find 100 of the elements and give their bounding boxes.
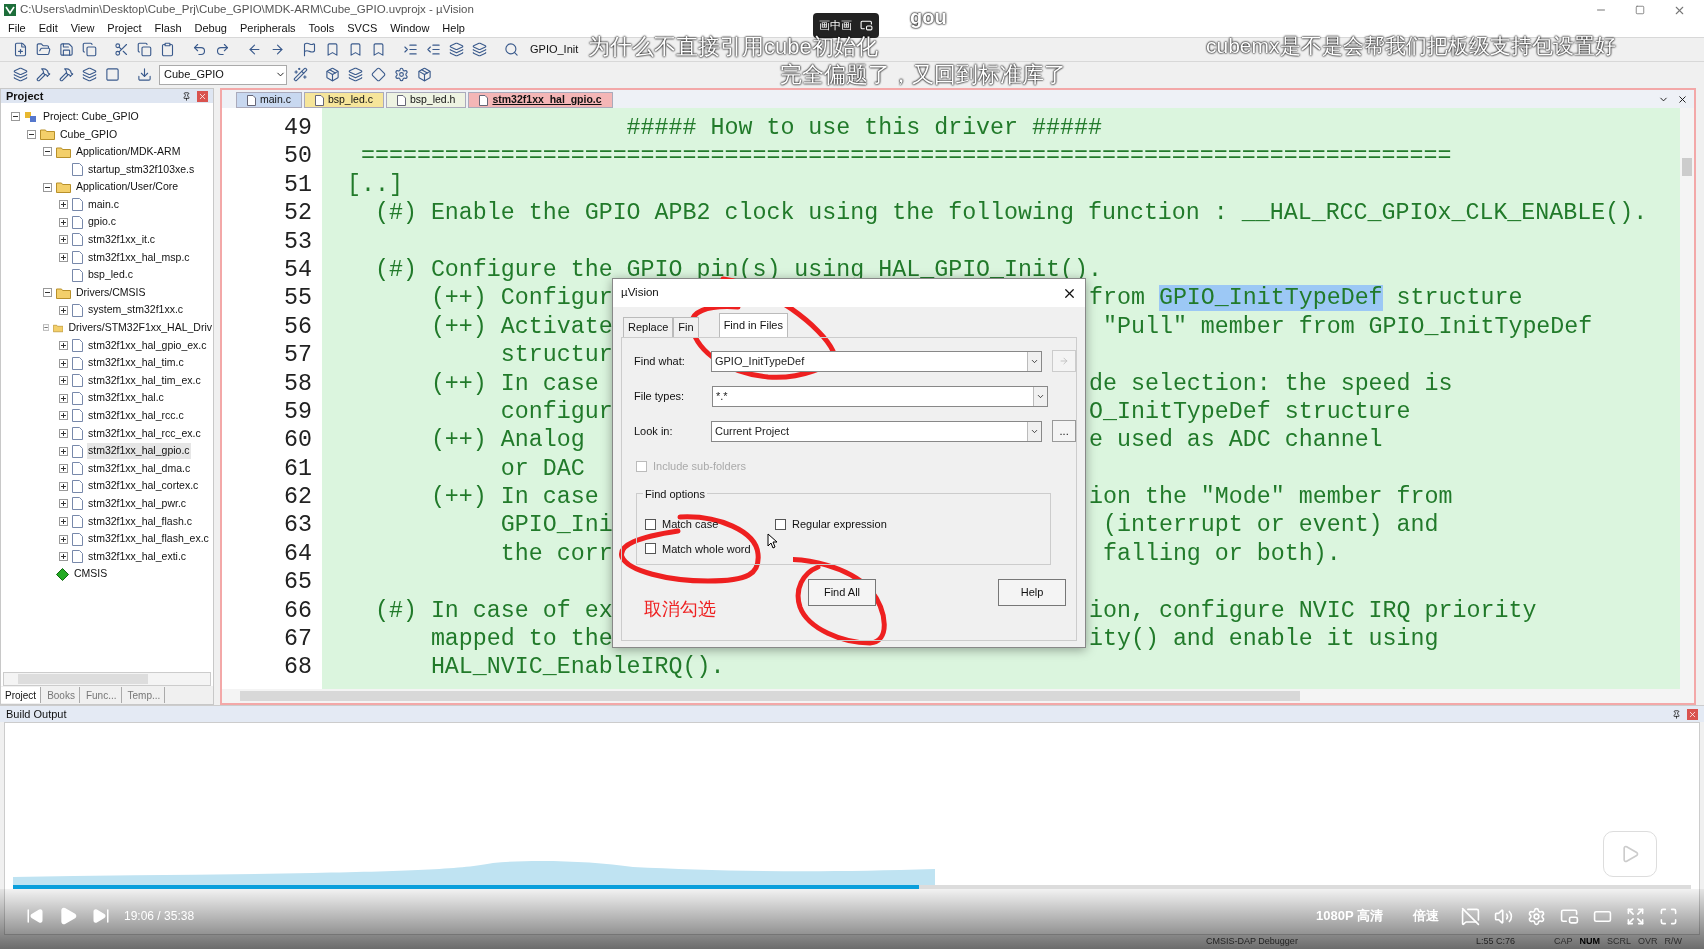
expand-toggle[interactable]: [59, 358, 68, 368]
tree-item[interactable]: bsp_led.c: [87, 267, 134, 283]
close-icon[interactable]: [1677, 94, 1688, 105]
collapse-toggle[interactable]: [43, 288, 52, 298]
tree-item[interactable]: stm32f1xx_hal_flash_ex.c: [87, 531, 210, 547]
expand-toggle[interactable]: [59, 235, 68, 245]
tree-item[interactable]: stm32f1xx_hal_dma.c: [87, 460, 192, 477]
tree-item[interactable]: Drivers/CMSIS: [75, 284, 147, 301]
dialog-tab[interactable]: Fin: [673, 317, 699, 337]
menu-item[interactable]: Peripherals: [239, 20, 296, 37]
expand-toggle[interactable]: [59, 552, 68, 562]
menu-item[interactable]: SVCS: [347, 20, 378, 37]
checkbox[interactable]: [645, 543, 656, 555]
status-text: L:55 C:76: [1476, 935, 1517, 949]
menu-item[interactable]: Window: [390, 20, 430, 37]
expand-toggle[interactable]: [59, 393, 68, 403]
tree-item[interactable]: stm32f1xx_hal_msp.c: [87, 249, 191, 266]
file-tab[interactable]: bsp_led.c: [303, 92, 384, 108]
dropdown-icon[interactable]: [1027, 351, 1042, 371]
tree-item[interactable]: stm32f1xx_it.c: [87, 232, 157, 248]
expand-toggle[interactable]: [59, 429, 68, 438]
expand-toggle[interactable]: [59, 481, 68, 491]
file-icon: [479, 94, 489, 106]
tree-item[interactable]: system_stm32f1xx.c: [87, 302, 185, 319]
tree-item[interactable]: stm32f1xx_hal_rcc.c: [87, 408, 185, 424]
look-in-field[interactable]: Current Project: [711, 420, 1043, 442]
horizontal-scrollbar[interactable]: [3, 672, 211, 686]
tree-item[interactable]: stm32f1xx_hal_pwr.c: [87, 496, 188, 512]
expand-toggle[interactable]: [59, 464, 68, 474]
tree-item[interactable]: Drivers/STM32F1xx_HAL_Driv: [67, 320, 213, 336]
menu-item[interactable]: File: [8, 20, 26, 37]
file-tab[interactable]: main.c: [236, 92, 302, 108]
expand-toggle[interactable]: [59, 499, 68, 509]
browse-button[interactable]: ...: [1052, 420, 1076, 442]
tree-item[interactable]: stm32f1xx_hal_exti.c: [87, 548, 188, 565]
expand-toggle[interactable]: [59, 341, 68, 350]
dialog-button[interactable]: Help: [998, 579, 1066, 606]
dialog-button[interactable]: Find All: [808, 579, 876, 606]
checkbox[interactable]: [645, 518, 656, 530]
expand-toggle[interactable]: [59, 305, 68, 315]
tree-item[interactable]: stm32f1xx_hal_flash.c: [87, 513, 193, 530]
line-number: 56: [283, 312, 313, 342]
expand-toggle[interactable]: [59, 253, 68, 263]
tree-item[interactable]: stm32f1xx_hal_tim.c: [87, 355, 185, 371]
tree-item[interactable]: Application/User/Core: [75, 179, 180, 196]
file-types-field[interactable]: *.*: [712, 385, 1048, 407]
progress-track[interactable]: [13, 885, 1691, 889]
menu-item[interactable]: View: [70, 20, 95, 37]
pin-icon[interactable]: [182, 91, 191, 101]
panel-tab[interactable]: Temp...: [123, 687, 166, 703]
tree-item[interactable]: CMSIS: [73, 566, 109, 583]
tree-item[interactable]: stm32f1xx_hal_gpio.c: [87, 443, 191, 459]
expand-toggle[interactable]: [59, 411, 68, 421]
expand-toggle[interactable]: [59, 200, 68, 210]
panel-tab[interactable]: Books: [43, 687, 80, 703]
menu-item[interactable]: Edit: [38, 20, 58, 37]
expand-toggle[interactable]: [59, 516, 68, 526]
dialog-tab[interactable]: Find in Files: [718, 313, 788, 337]
code-line: (++) Analog: [429, 426, 585, 456]
expand-toggle[interactable]: [59, 217, 68, 227]
panel-tab[interactable]: Project: [1, 687, 42, 703]
vertical-scrollbar[interactable]: [1680, 108, 1694, 689]
collapse-toggle[interactable]: [43, 147, 52, 157]
find-what-field[interactable]: GPIO_InitTypeDef: [710, 350, 1043, 372]
menu-item[interactable]: Tools: [308, 20, 335, 37]
menu-item[interactable]: Debug: [194, 20, 227, 37]
panel-tab[interactable]: Func...: [81, 687, 122, 703]
file-tab[interactable]: bsp_led.h: [385, 92, 467, 108]
tree-item[interactable]: main.c: [87, 196, 120, 213]
menu-item[interactable]: Project: [107, 20, 142, 37]
horizontal-scrollbar[interactable]: [222, 689, 1694, 703]
menu-item[interactable]: Flash: [154, 20, 182, 37]
expand-toggle[interactable]: [59, 376, 68, 386]
tree-item[interactable]: gpio.c: [87, 214, 118, 231]
pin-icon[interactable]: [1672, 709, 1681, 719]
tree-item[interactable]: stm32f1xx_hal_gpio_ex.c: [87, 337, 208, 354]
tree-item[interactable]: startup_stm32f103xe.s: [87, 161, 196, 178]
tree-item[interactable]: stm32f1xx_hal_tim_ex.c: [87, 372, 202, 389]
dialog-tab[interactable]: Replace: [623, 317, 674, 337]
tree-item[interactable]: Application/MDK-ARM: [75, 144, 182, 160]
status-indicator: SCRL: [1607, 935, 1632, 949]
checkbox[interactable]: [775, 518, 786, 530]
file-tab[interactable]: stm32f1xx_hal_gpio.c: [468, 92, 613, 108]
tree-item[interactable]: Project: Cube_GPIO: [42, 108, 140, 125]
tree-item[interactable]: stm32f1xx_hal.c: [87, 390, 165, 407]
collapse-toggle[interactable]: [11, 112, 20, 122]
expand-toggle[interactable]: [59, 534, 68, 544]
dropdown-icon[interactable]: [1033, 386, 1047, 406]
menu-item[interactable]: Help: [442, 20, 465, 37]
collapse-toggle[interactable]: [27, 129, 36, 139]
find-combo[interactable]: GPIO_Init: [526, 40, 579, 59]
collapse-toggle[interactable]: [43, 323, 50, 333]
target-select[interactable]: Cube_GPIO: [159, 64, 287, 85]
file-icon: [72, 479, 83, 493]
tree-item[interactable]: stm32f1xx_hal_cortex.c: [87, 478, 200, 495]
tree-item[interactable]: stm32f1xx_hal_rcc_ex.c: [87, 425, 202, 442]
collapse-toggle[interactable]: [43, 182, 52, 192]
expand-toggle[interactable]: [59, 446, 68, 456]
tree-item[interactable]: Cube_GPIO: [59, 126, 119, 143]
dropdown-icon[interactable]: [1027, 421, 1042, 441]
